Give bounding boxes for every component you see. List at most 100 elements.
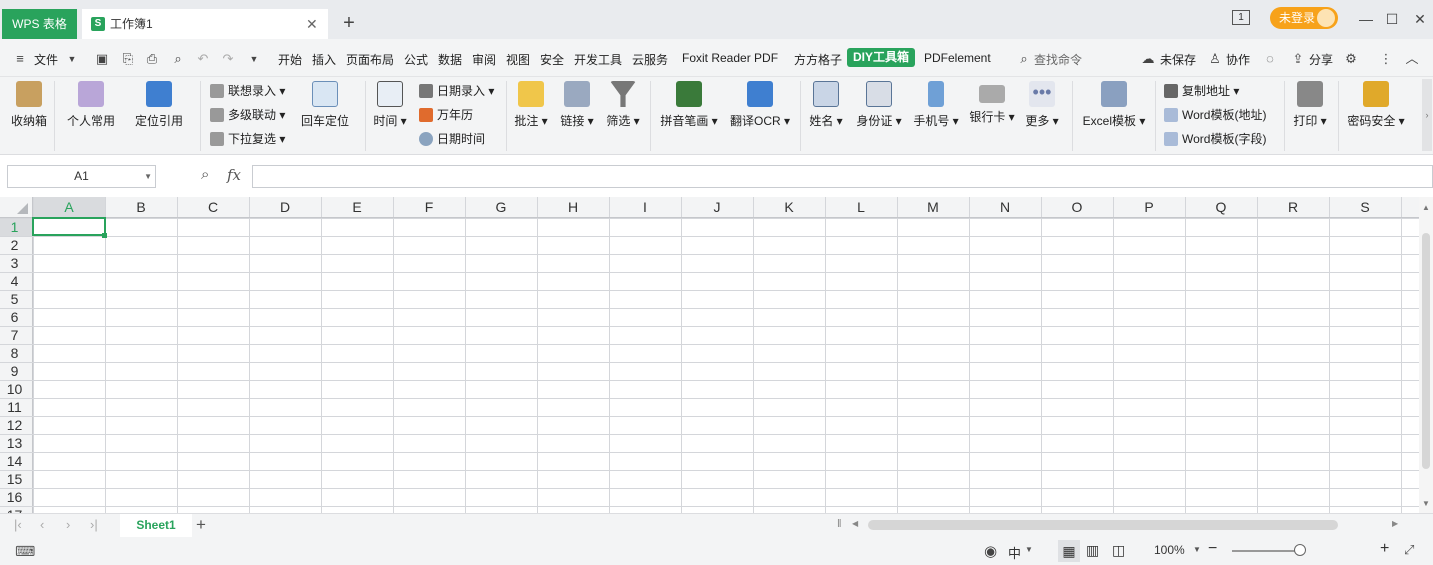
login-button[interactable]: 未登录 (1270, 7, 1338, 29)
close-tab-icon[interactable]: ✕ (306, 9, 318, 39)
date-time-button[interactable]: 日期时间 (419, 130, 485, 148)
menu-cloud[interactable]: 云服务 (632, 51, 668, 68)
column-header[interactable]: R (1257, 197, 1329, 218)
phone-button[interactable]: 手机号 ▾ (910, 77, 962, 129)
maximize-button[interactable]: ☐ (1382, 9, 1402, 29)
unsaved-status[interactable]: 未保存 (1160, 51, 1196, 68)
more-button[interactable]: ••• 更多 ▾ (1022, 77, 1062, 129)
column-header[interactable]: J (681, 197, 753, 218)
link-button[interactable]: 链接 ▾ (558, 77, 596, 129)
time-button[interactable]: 时间 ▾ (370, 77, 410, 129)
menu-view[interactable]: 视图 (506, 51, 530, 68)
column-header[interactable]: M (897, 197, 969, 218)
locate-reference-button[interactable]: 定位引用 (130, 77, 188, 129)
zoom-formula-icon[interactable]: ⌕ (201, 166, 209, 183)
menu-ffgz[interactable]: 方方格子 (794, 51, 842, 68)
undo-icon[interactable]: ↶ (195, 51, 211, 67)
chevron-down-icon[interactable]: ▼ (1025, 545, 1033, 554)
row-header[interactable]: 7 (0, 326, 29, 344)
column-header[interactable]: B (105, 197, 177, 218)
menu-formula[interactable]: 公式 (404, 51, 428, 68)
sheet-tab[interactable]: Sheet1 (120, 514, 192, 537)
menu-foxit[interactable]: Foxit Reader PDF (682, 51, 778, 65)
translate-ocr-button[interactable]: 翻译OCR ▾ (728, 77, 792, 129)
personal-common-button[interactable]: 个人常用 (60, 77, 122, 129)
split-handle-icon[interactable]: ‖ (837, 518, 842, 530)
row-header[interactable]: 6 (0, 308, 29, 326)
column-header[interactable]: Q (1185, 197, 1257, 218)
column-header[interactable]: O (1041, 197, 1113, 218)
collapse-ribbon-icon[interactable]: ︿ (1404, 51, 1420, 67)
row-header[interactable]: 16 (0, 488, 29, 506)
dropdown-multi-select-button[interactable]: 下拉复选 ▾ (210, 130, 285, 148)
scroll-right-icon[interactable]: ▶ (1392, 519, 1398, 528)
quick-access-dropdown-icon[interactable]: ▼ (246, 51, 262, 67)
row-header[interactable]: 15 (0, 470, 29, 488)
page-indicator-icon[interactable]: 1 (1232, 10, 1250, 25)
row-header[interactable]: 12 (0, 416, 29, 434)
hamburger-icon[interactable]: ≡ (12, 51, 28, 67)
print-button[interactable]: 打印 ▾ (1290, 77, 1330, 129)
comment-icon[interactable]: ◌ (1262, 51, 1278, 67)
input-method[interactable]: 中 (1008, 543, 1021, 562)
row-header[interactable]: 17 (0, 506, 29, 513)
minimize-button[interactable]: — (1356, 9, 1376, 29)
more-icon[interactable]: ⋮ (1378, 51, 1394, 67)
chevron-down-icon[interactable]: ▼ (1193, 545, 1201, 554)
chevron-down-icon[interactable]: ▼ (144, 166, 152, 187)
scroll-down-icon[interactable]: ▼ (1422, 499, 1430, 508)
prev-sheet-icon[interactable]: ‹ (40, 517, 44, 532)
search-command[interactable]: 查找命令 (1034, 51, 1082, 68)
last-sheet-icon[interactable]: ›| (90, 517, 98, 532)
formula-input[interactable] (252, 165, 1433, 188)
row-header[interactable]: 9 (0, 362, 29, 380)
redo-icon[interactable]: ↷ (220, 51, 236, 67)
associative-input-button[interactable]: 联想录入 ▾ (210, 82, 285, 100)
id-card-button[interactable]: 身份证 ▾ (852, 77, 906, 129)
zoom-level[interactable]: 100% (1154, 543, 1185, 557)
row-header[interactable]: 3 (0, 254, 29, 272)
close-window-button[interactable]: ✕ (1410, 9, 1430, 29)
row-header[interactable]: 2 (0, 236, 29, 254)
copy-address-button[interactable]: 复制地址 ▾ (1164, 82, 1239, 100)
macro-icon[interactable]: ⌨ (15, 543, 35, 560)
fill-handle[interactable] (102, 233, 107, 238)
zoom-slider-track[interactable] (1232, 550, 1298, 552)
export-icon[interactable]: ⎘ (120, 51, 136, 67)
menu-review[interactable]: 审阅 (472, 51, 496, 68)
pinyin-strokes-button[interactable]: 拼音笔画 ▾ (658, 77, 720, 129)
menu-home[interactable]: 开始 (278, 51, 302, 68)
enter-locate-button[interactable]: 回车定位 (296, 77, 354, 129)
app-tab[interactable]: WPS 表格 (2, 9, 77, 39)
name-box[interactable]: A1 ▼ (7, 165, 156, 188)
chevron-down-icon[interactable]: ▼ (64, 51, 80, 67)
next-sheet-icon[interactable]: › (66, 517, 70, 532)
collaborate-button[interactable]: 协作 (1226, 51, 1250, 68)
comment-button[interactable]: 批注 ▾ (512, 77, 550, 129)
column-header[interactable]: F (393, 197, 465, 218)
filter-button[interactable]: 筛选 ▾ (604, 77, 642, 129)
column-header[interactable]: E (321, 197, 393, 218)
eye-protection-icon[interactable]: ◉ (984, 542, 997, 560)
multi-level-link-button[interactable]: 多级联动 ▾ (210, 106, 285, 124)
add-sheet-button[interactable]: + (196, 515, 206, 535)
menu-data[interactable]: 数据 (438, 51, 462, 68)
fullscreen-icon[interactable]: ⤢ (1404, 542, 1414, 558)
horizontal-scroll-thumb[interactable] (868, 520, 1338, 530)
row-header[interactable]: 8 (0, 344, 29, 362)
user-icon[interactable]: ♙ (1207, 51, 1223, 67)
save-icon[interactable]: ▣ (94, 51, 110, 67)
date-input-button[interactable]: 日期录入 ▾ (419, 82, 494, 100)
scroll-up-icon[interactable]: ▲ (1422, 203, 1430, 212)
menu-security[interactable]: 安全 (540, 51, 564, 68)
first-sheet-icon[interactable]: |‹ (14, 517, 22, 532)
vertical-scrollbar[interactable]: ▲ ▼ (1419, 197, 1433, 513)
column-header[interactable]: L (825, 197, 897, 218)
search-icon[interactable]: ⌕ (1016, 51, 1032, 67)
selected-cell[interactable] (32, 217, 106, 236)
zoom-out-button[interactable]: − (1208, 540, 1217, 558)
share-icon[interactable]: ⇪ (1290, 51, 1306, 67)
column-header[interactable]: G (465, 197, 537, 218)
column-header[interactable]: K (753, 197, 825, 218)
row-header[interactable]: 1 (0, 218, 29, 236)
